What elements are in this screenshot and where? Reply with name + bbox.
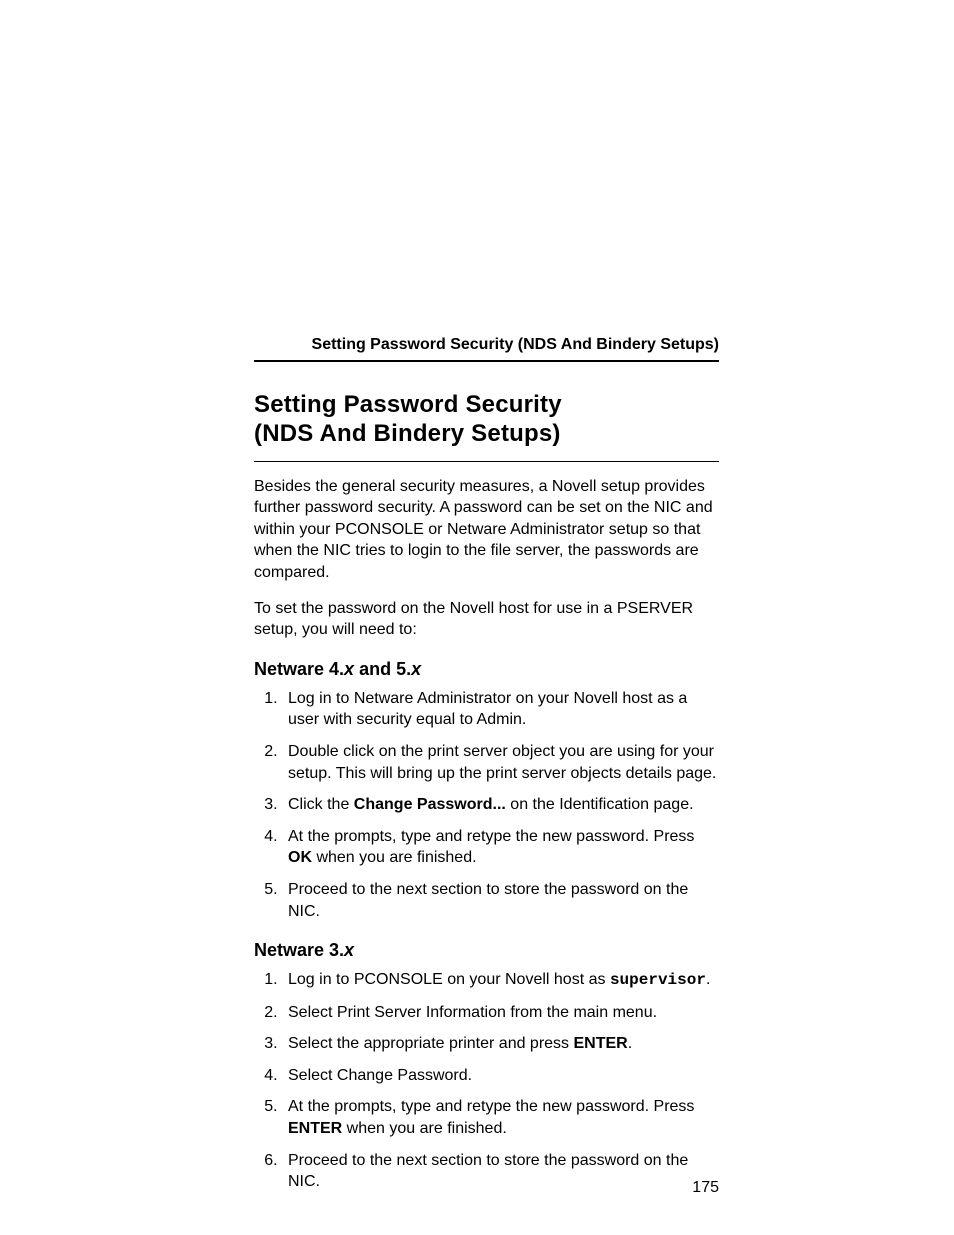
running-header: Setting Password Security (NDS And Binde… (254, 336, 719, 362)
step-item: Select the appropriate printer and press… (282, 1033, 719, 1055)
intro-paragraph-2: To set the password on the Novell host f… (254, 598, 719, 641)
step-item: At the prompts, type and retype the new … (282, 826, 719, 869)
page-title: Setting Password Security (NDS And Binde… (254, 391, 719, 449)
page: Setting Password Security (NDS And Binde… (0, 0, 954, 1235)
title-line-2: (NDS And Bindery Setups) (254, 420, 561, 447)
step-item: Click the Change Password... on the Iden… (282, 794, 719, 816)
step-item: Log in to Netware Administrator on your … (282, 688, 719, 731)
steps-list-netware-4-5: Log in to Netware Administrator on your … (254, 688, 719, 922)
step-item: Double click on the print server object … (282, 741, 719, 784)
step-item: Proceed to the next section to store the… (282, 1150, 719, 1193)
heading-var: x (344, 940, 354, 960)
ui-label-enter: ENTER (288, 1120, 342, 1137)
step-item: Select Change Password. (282, 1065, 719, 1087)
section-heading-netware-3: Netware 3.x (254, 940, 719, 961)
steps-list-netware-3: Log in to PCONSOLE on your Novell host a… (254, 969, 719, 1193)
heading-var: x (344, 659, 354, 679)
step-text: when you are finished. (342, 1120, 507, 1137)
title-rule (254, 461, 719, 462)
heading-text: Netware 3. (254, 940, 344, 960)
title-line-1: Setting Password Security (254, 391, 562, 418)
step-item: Proceed to the next section to store the… (282, 879, 719, 922)
step-text: Click the (288, 796, 354, 813)
section-heading-netware-4-5: Netware 4.x and 5.x (254, 659, 719, 680)
step-item: Select Print Server Information from the… (282, 1002, 719, 1024)
step-text: Select the appropriate printer and press (288, 1035, 574, 1052)
heading-var: x (411, 659, 421, 679)
ui-label-change-password: Change Password... (354, 796, 506, 813)
step-text: At the prompts, type and retype the new … (288, 828, 694, 845)
step-text: . (628, 1035, 632, 1052)
step-item: Log in to PCONSOLE on your Novell host a… (282, 969, 719, 992)
page-number: 175 (692, 1179, 719, 1197)
step-text: on the Identification page. (506, 796, 694, 813)
step-text: Log in to PCONSOLE on your Novell host a… (288, 971, 610, 988)
ui-label-enter: ENTER (574, 1035, 628, 1052)
ui-label-ok: OK (288, 849, 312, 866)
heading-text: and 5. (354, 659, 411, 679)
intro-paragraph-1: Besides the general security measures, a… (254, 476, 719, 584)
code-supervisor: supervisor (610, 971, 706, 989)
step-text: when you are finished. (312, 849, 477, 866)
content-area: Setting Password Security (NDS And Binde… (254, 391, 719, 1193)
step-text: . (706, 971, 710, 988)
heading-text: Netware 4. (254, 659, 344, 679)
step-text: At the prompts, type and retype the new … (288, 1098, 694, 1115)
step-item: At the prompts, type and retype the new … (282, 1096, 719, 1139)
